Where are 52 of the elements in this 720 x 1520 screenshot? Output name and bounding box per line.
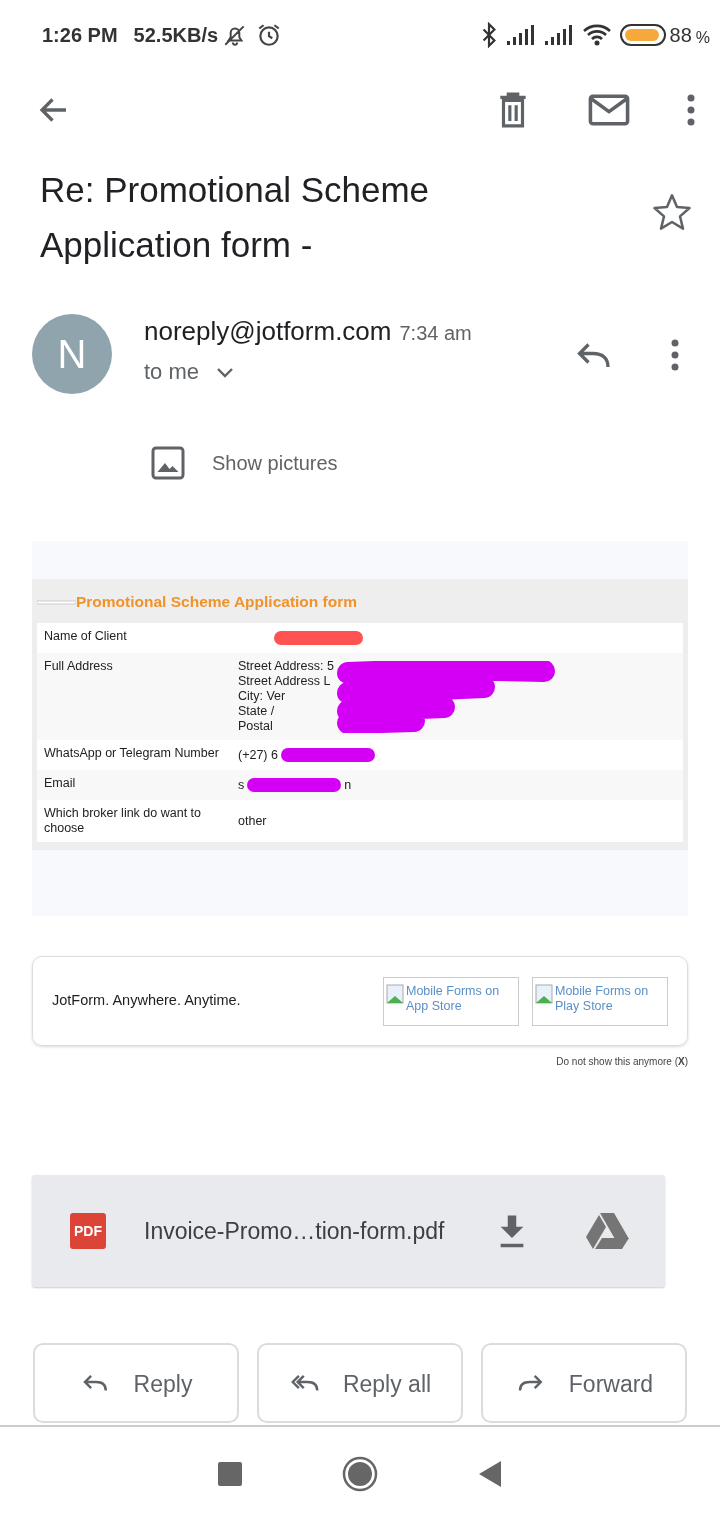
show-pictures-link[interactable]: Show pictures	[212, 448, 338, 478]
clock-time: 1:26 PM	[42, 23, 118, 48]
field-value: (+27) 6	[238, 747, 278, 763]
field-label: Which broker link do want to choose	[43, 805, 202, 837]
banner-text: JotForm. Anywhere. Anytime.	[52, 991, 241, 1011]
star-icon[interactable]	[652, 192, 692, 232]
field-value: s	[238, 777, 245, 793]
field-label: Full Address	[43, 658, 114, 675]
attachment-card[interactable]: PDF Invoice-Promo…tion-form.pdf	[32, 1175, 665, 1287]
back-icon[interactable]	[478, 1459, 502, 1488]
mail-icon[interactable]	[588, 93, 630, 127]
field-label: Name of Client	[43, 628, 128, 645]
field-value: other	[238, 813, 267, 829]
field-value: Street Address L	[238, 674, 332, 689]
signal-icon	[543, 24, 574, 46]
heading-rule	[37, 599, 76, 605]
received-time: 7:34 am	[399, 321, 472, 346]
field-label: Email	[43, 775, 77, 792]
signal-icon	[505, 24, 536, 46]
wifi-icon	[581, 23, 612, 47]
recents-icon[interactable]	[218, 1461, 242, 1486]
broken-image-icon	[535, 983, 555, 1004]
file-type-badge: PDF	[70, 1213, 106, 1249]
forward-button[interactable]: Forward	[481, 1343, 687, 1423]
reply-button[interactable]: Reply	[33, 1343, 239, 1423]
broken-image-icon	[386, 983, 406, 1004]
more-icon[interactable]	[686, 93, 696, 127]
field-value: Postal	[238, 719, 274, 734]
battery-percent: 88	[669, 23, 692, 48]
reply-all-button[interactable]: Reply all	[257, 1343, 463, 1423]
recipient-label: to me	[144, 358, 200, 386]
store-badge-link[interactable]: Mobile Forms on App Store	[383, 976, 519, 1026]
email-subject: Re: Promotional Scheme Application form -	[39, 169, 431, 266]
network-speed: 52.5KB/s	[133, 23, 219, 48]
field-value: State /	[238, 704, 276, 719]
field-value: n	[344, 777, 352, 793]
field-label: WhatsApp or Telegram Number	[43, 745, 220, 762]
percent-sign: %	[695, 28, 710, 48]
dismiss-link[interactable]: Do not show this anymore (X)	[556, 1054, 688, 1069]
battery-icon	[619, 23, 666, 47]
sender-avatar: N	[32, 314, 112, 394]
form-title: Promotional Scheme Application form	[76, 592, 358, 613]
field-value: Street Address: 5	[238, 659, 334, 674]
reply-icon[interactable]	[574, 340, 612, 370]
more-icon[interactable]	[670, 338, 680, 372]
store-badge-link[interactable]: Mobile Forms on Play Store	[532, 976, 668, 1026]
drive-icon[interactable]	[585, 1212, 629, 1250]
attachment-name: Invoice-Promo…tion-form.pdf	[144, 1216, 445, 1246]
image-icon[interactable]	[150, 445, 186, 481]
field-value: City: Ver	[238, 689, 287, 704]
sender-address: noreply@jotform.com	[144, 315, 392, 348]
home-icon[interactable]	[342, 1455, 378, 1492]
